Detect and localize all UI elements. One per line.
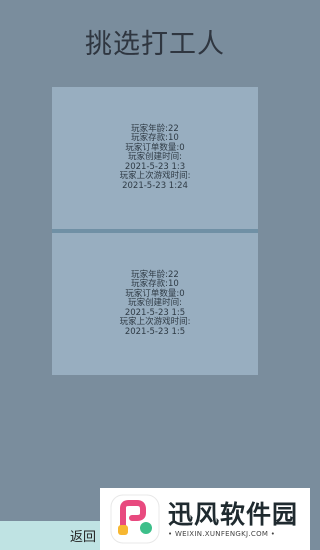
back-button[interactable]: 返回 [0, 521, 110, 550]
page-title: 挑选打工人 [85, 29, 225, 60]
player-last-played-value: 2021-5-23 1:24 [122, 180, 188, 191]
worker-card-info: 玩家年龄:22 玩家存款:10 玩家订单数量:0 玩家创建时间: 2021-5-… [120, 124, 191, 191]
player-last-played-value: 2021-5-23 1:5 [124, 326, 186, 337]
worker-card[interactable]: 玩家年龄:22 玩家存款:10 玩家订单数量:0 玩家创建时间: 2021-5-… [52, 87, 258, 229]
watermark-logo-icon [108, 492, 162, 546]
watermark-title: 迅风软件园 [168, 500, 299, 529]
worker-card[interactable]: 玩家年龄:22 玩家存款:10 玩家订单数量:0 玩家创建时间: 2021-5-… [52, 233, 258, 375]
watermark-subtitle: • WEIXIN.XUNFENGKJ.COM • [168, 530, 276, 538]
watermark-logo: 迅风软件园 • WEIXIN.XUNFENGKJ.COM • [100, 488, 310, 550]
worker-card-info: 玩家年龄:22 玩家存款:10 玩家订单数量:0 玩家创建时间: 2021-5-… [120, 270, 191, 337]
